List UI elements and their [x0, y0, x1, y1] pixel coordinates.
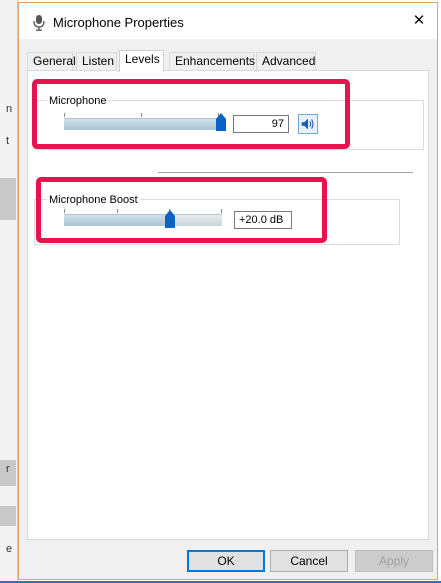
background-text: n — [6, 103, 13, 115]
microphone-highlight-annotation — [32, 79, 350, 149]
microphone-properties-dialog: Microphone Properties ✕ General Listen L… — [18, 2, 438, 580]
cancel-button[interactable]: Cancel — [270, 550, 348, 572]
tab-advanced[interactable]: Advanced — [256, 52, 316, 71]
background-window: n t r e — [0, 0, 18, 583]
background-block — [0, 506, 16, 526]
tab-enhancements[interactable]: Enhancements — [169, 52, 255, 71]
apply-button[interactable]: Apply — [355, 550, 433, 572]
tab-general[interactable]: General — [27, 52, 76, 71]
background-text: e — [6, 543, 13, 555]
background-text: t — [6, 135, 10, 147]
background-block — [0, 178, 16, 220]
boost-highlight-annotation — [36, 177, 327, 243]
close-icon: ✕ — [412, 12, 426, 29]
section-divider — [158, 172, 413, 173]
close-button[interactable]: ✕ — [401, 3, 437, 39]
background-text: r — [6, 463, 10, 475]
ok-button[interactable]: OK — [187, 550, 265, 572]
microphone-icon — [33, 15, 45, 31]
tab-listen[interactable]: Listen — [76, 52, 117, 71]
levels-panel: Microphone 97 Microphone Boost +20.0 dB — [27, 70, 429, 540]
tab-levels[interactable]: Levels — [119, 50, 164, 72]
window-title: Microphone Properties — [53, 15, 184, 30]
title-bar[interactable]: Microphone Properties ✕ — [19, 3, 437, 39]
